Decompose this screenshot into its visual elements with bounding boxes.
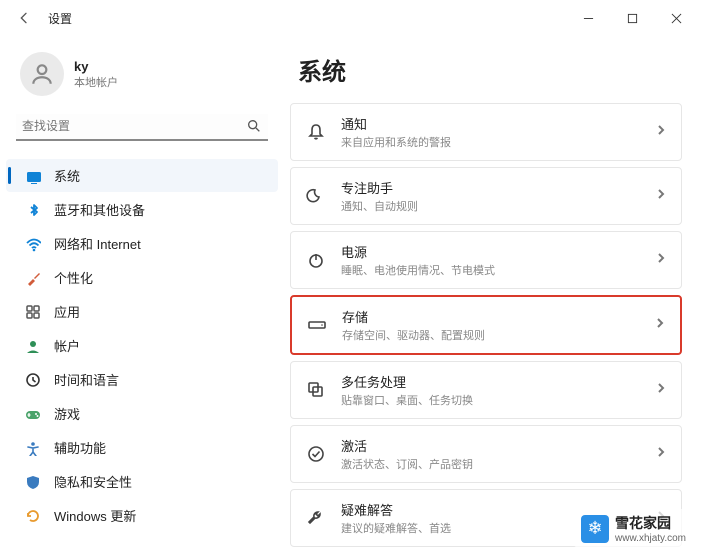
card-title: 激活 [341,436,641,455]
watermark: ❄ 雪花家园 www.xhjaty.com [573,509,694,548]
card-title: 存储 [342,307,640,326]
sidebar-item-label: 时间和语言 [54,370,119,389]
maximize-button[interactable] [610,3,654,33]
wrench-icon [305,507,327,529]
bluetooth-icon [24,201,42,219]
chevron-right-icon [655,381,667,399]
settings-card-multitask[interactable]: 多任务处理 贴靠窗口、桌面、任务切换 [290,361,682,419]
main-panel: 系统 通知 来自应用和系统的警报 专注助手 通知、自动规则 电源 睡眠、电池使用… [280,36,702,554]
settings-card-activation[interactable]: 激活 激活状态、订阅、产品密钥 [290,425,682,483]
sidebar-item-update[interactable]: Windows 更新 [6,499,278,532]
moon-icon [305,185,327,207]
shield-icon [24,473,42,491]
sidebar-item-accounts[interactable]: 帐户 [6,329,278,362]
power-icon [305,249,327,271]
card-title: 通知 [341,114,641,133]
sidebar-item-gaming[interactable]: 游戏 [6,397,278,430]
profile-name: ky [74,59,118,74]
sidebar-item-label: 游戏 [54,404,80,423]
sidebar-item-label: 网络和 Internet [54,234,141,253]
card-subtitle: 来自应用和系统的警报 [341,134,641,150]
card-title: 多任务处理 [341,372,641,391]
sidebar-item-apps[interactable]: 应用 [6,295,278,328]
app-title: 设置 [48,10,72,27]
settings-window: 设置 ky 本地帐户 [0,0,702,554]
sidebar: ky 本地帐户 系统 蓝牙和其他设备 网络和 Internet 个性化 应用 [0,36,280,554]
update-icon [24,507,42,525]
sidebar-item-personalize[interactable]: 个性化 [6,261,278,294]
sidebar-item-label: 辅助功能 [54,438,106,457]
settings-card-focus[interactable]: 专注助手 通知、自动规则 [290,167,682,225]
chevron-right-icon [655,123,667,141]
sidebar-item-label: Windows 更新 [54,506,136,525]
user-icon [24,337,42,355]
chevron-right-icon [655,251,667,269]
profile-block[interactable]: ky 本地帐户 [6,44,278,108]
bell-icon [305,121,327,143]
sidebar-item-system[interactable]: 系统 [6,159,278,192]
search-icon [246,118,262,134]
game-icon [24,405,42,423]
sidebar-item-network[interactable]: 网络和 Internet [6,227,278,260]
check-icon [305,443,327,465]
settings-card-notifications[interactable]: 通知 来自应用和系统的警报 [290,103,682,161]
sidebar-item-bluetooth[interactable]: 蓝牙和其他设备 [6,193,278,226]
cards-list: 通知 来自应用和系统的警报 专注助手 通知、自动规则 电源 睡眠、电池使用情况、… [290,103,682,547]
window-controls [566,3,698,33]
search-input[interactable] [22,119,246,133]
sidebar-item-label: 隐私和安全性 [54,472,132,491]
minimize-button[interactable] [566,3,610,33]
card-subtitle: 通知、自动规则 [341,198,641,214]
watermark-logo-icon: ❄ [581,515,609,543]
chevron-right-icon [654,316,666,334]
drive-icon [306,314,328,336]
back-button[interactable] [10,4,38,32]
card-subtitle: 激活状态、订阅、产品密钥 [341,456,641,472]
watermark-brand: 雪花家园 [615,513,686,533]
sidebar-item-label: 帐户 [54,336,80,355]
card-subtitle: 睡眠、电池使用情况、节电模式 [341,262,641,278]
avatar [20,52,64,96]
search-box[interactable] [16,114,268,141]
access-icon [24,439,42,457]
sidebar-item-label: 应用 [54,302,80,321]
windows-icon [305,379,327,401]
sidebar-item-label: 个性化 [54,268,93,287]
page-title: 系统 [298,52,682,87]
sidebar-item-label: 系统 [54,166,80,185]
brush-icon [24,269,42,287]
sidebar-item-time[interactable]: 时间和语言 [6,363,278,396]
settings-card-storage[interactable]: 存储 存储空间、驱动器、配置规则 [290,295,682,355]
settings-card-power[interactable]: 电源 睡眠、电池使用情况、节电模式 [290,231,682,289]
nav-list: 系统 蓝牙和其他设备 网络和 Internet 个性化 应用 帐户 时间和语言 … [6,159,278,532]
card-title: 专注助手 [341,178,641,197]
wifi-icon [24,235,42,253]
card-subtitle: 存储空间、驱动器、配置规则 [342,327,640,343]
titlebar: 设置 [0,0,702,36]
watermark-url: www.xhjaty.com [615,533,686,544]
display-icon [24,167,42,185]
profile-sub: 本地帐户 [74,74,118,90]
sidebar-item-label: 蓝牙和其他设备 [54,200,145,219]
grid-icon [24,303,42,321]
sidebar-item-privacy[interactable]: 隐私和安全性 [6,465,278,498]
card-title: 电源 [341,242,641,261]
card-subtitle: 贴靠窗口、桌面、任务切换 [341,392,641,408]
clock-icon [24,371,42,389]
chevron-right-icon [655,445,667,463]
close-button[interactable] [654,3,698,33]
sidebar-item-access[interactable]: 辅助功能 [6,431,278,464]
chevron-right-icon [655,187,667,205]
